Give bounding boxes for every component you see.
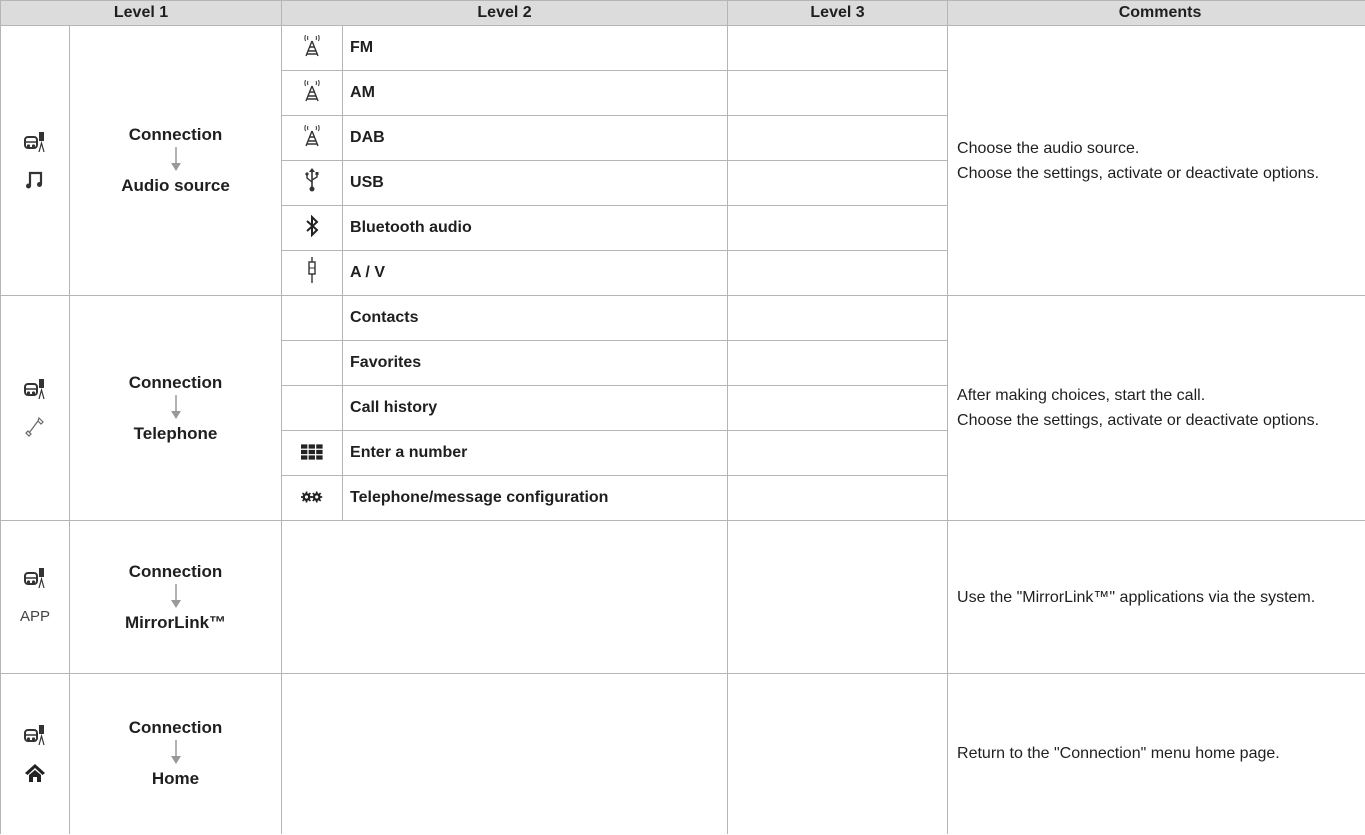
nav-path: Connection Audio source <box>68 25 283 296</box>
comment-line: Choose the settings, activate or deactiv… <box>957 412 1320 429</box>
level3-cell <box>727 295 949 341</box>
item-label: Contacts <box>342 295 729 341</box>
item-icon-cell <box>281 205 344 251</box>
comment-line: Use the "MirrorLink™" applications via t… <box>957 588 1316 606</box>
nav-top: Connection <box>128 372 223 392</box>
nav-bottom: Telephone <box>133 423 218 443</box>
antenna-icon <box>301 34 323 57</box>
item-icon-cell <box>281 25 344 71</box>
connection-icon <box>24 131 46 153</box>
down-arrow-icon <box>170 394 181 419</box>
level3-cell <box>727 70 949 116</box>
item-label: Bluetooth audio <box>342 205 729 251</box>
level3-cell <box>727 205 949 251</box>
bluetooth-icon <box>301 214 323 237</box>
item-label: Call history <box>342 385 729 431</box>
connection-icon <box>24 567 46 589</box>
level3-cell <box>727 115 949 161</box>
level2-cell <box>281 520 729 674</box>
section-comment: Use the "MirrorLink™" applications via t… <box>947 520 1365 674</box>
comment-line: Choose the audio source. <box>957 139 1140 157</box>
item-label: FM <box>342 25 729 71</box>
header-row: Level 1 Level 2 Level 3 Comments <box>0 0 1365 26</box>
section-icons <box>0 295 70 521</box>
connection-icon <box>24 378 46 400</box>
level3-cell <box>727 430 949 476</box>
section-comment: Return to the "Connection" menu home pag… <box>947 673 1365 834</box>
down-arrow-icon <box>170 583 181 608</box>
section-comment: Choose the audio source. Choose the sett… <box>947 25 1365 296</box>
header-level1: Level 1 <box>0 0 283 26</box>
level3-cell <box>727 520 949 674</box>
item-label: Telephone/message configuration <box>342 475 729 521</box>
nav-path: Connection Home <box>68 673 283 834</box>
table-row: APP Connection MirrorLink™ Use the "Mirr… <box>0 520 1365 674</box>
item-label: USB <box>342 160 729 206</box>
item-icon-cell <box>281 70 344 116</box>
down-arrow-icon <box>170 740 181 765</box>
down-arrow-icon <box>170 147 181 171</box>
item-label: DAB <box>342 115 729 161</box>
nav-top: Connection <box>128 561 223 581</box>
connection-icon <box>24 724 46 746</box>
item-label: Favorites <box>342 340 729 386</box>
table-row: Connection Audio source FM Choose the au… <box>0 25 1365 296</box>
table-row: Connection Home Return to the "Connectio… <box>0 673 1365 834</box>
item-label: AM <box>342 70 729 116</box>
item-icon-cell <box>281 340 344 386</box>
keypad-icon <box>301 441 323 463</box>
home-icon <box>24 762 46 784</box>
nav-bottom: Home <box>151 769 200 789</box>
table-row: Connection Telephone Contacts After maki… <box>0 295 1365 521</box>
nav-top: Connection <box>128 718 223 738</box>
av-jack-icon <box>301 256 323 283</box>
section-icons <box>0 25 70 296</box>
header-level3: Level 3 <box>727 0 949 26</box>
section-icons <box>0 673 70 834</box>
item-icon-cell <box>281 385 344 431</box>
level3-cell <box>727 250 949 296</box>
antenna-icon <box>301 79 323 102</box>
level3-cell <box>727 160 949 206</box>
item-label: Enter a number <box>342 430 729 476</box>
item-icon-cell <box>281 475 344 521</box>
usb-icon <box>301 168 323 192</box>
header-level2: Level 2 <box>281 0 729 26</box>
level3-cell <box>727 385 949 431</box>
item-label: A / V <box>342 250 729 296</box>
level3-cell <box>727 340 949 386</box>
nav-top: Connection <box>128 125 223 144</box>
section-comment: After making choices, start the call. Ch… <box>947 295 1365 521</box>
item-icon-cell <box>281 295 344 341</box>
level3-cell <box>727 475 949 521</box>
level2-cell <box>281 673 729 834</box>
nav-bottom: Audio source <box>121 176 230 195</box>
nav-path: Connection Telephone <box>68 295 283 521</box>
comment-line: Return to the "Connection" menu home pag… <box>957 745 1280 763</box>
music-note-icon <box>24 169 46 191</box>
telephone-handset-icon <box>24 416 46 438</box>
nav-path: Connection MirrorLink™ <box>68 520 283 674</box>
item-icon-cell <box>281 250 344 296</box>
menu-table: Level 1 Level 2 Level 3 Comments Connect… <box>0 0 1365 834</box>
item-icon-cell <box>281 430 344 476</box>
section-icons: APP <box>0 520 70 674</box>
item-icon-cell <box>281 115 344 161</box>
item-icon-cell <box>281 160 344 206</box>
antenna-icon <box>301 124 323 147</box>
app-icon: APP <box>20 607 51 625</box>
nav-bottom: MirrorLink™ <box>124 612 227 632</box>
header-comments: Comments <box>947 0 1365 26</box>
level3-cell <box>727 673 949 834</box>
gears-icon <box>301 486 323 508</box>
level3-cell <box>727 25 949 71</box>
comment-line: After making choices, start the call. <box>957 387 1206 404</box>
comment-line: Choose the settings, activate or deactiv… <box>957 164 1320 182</box>
